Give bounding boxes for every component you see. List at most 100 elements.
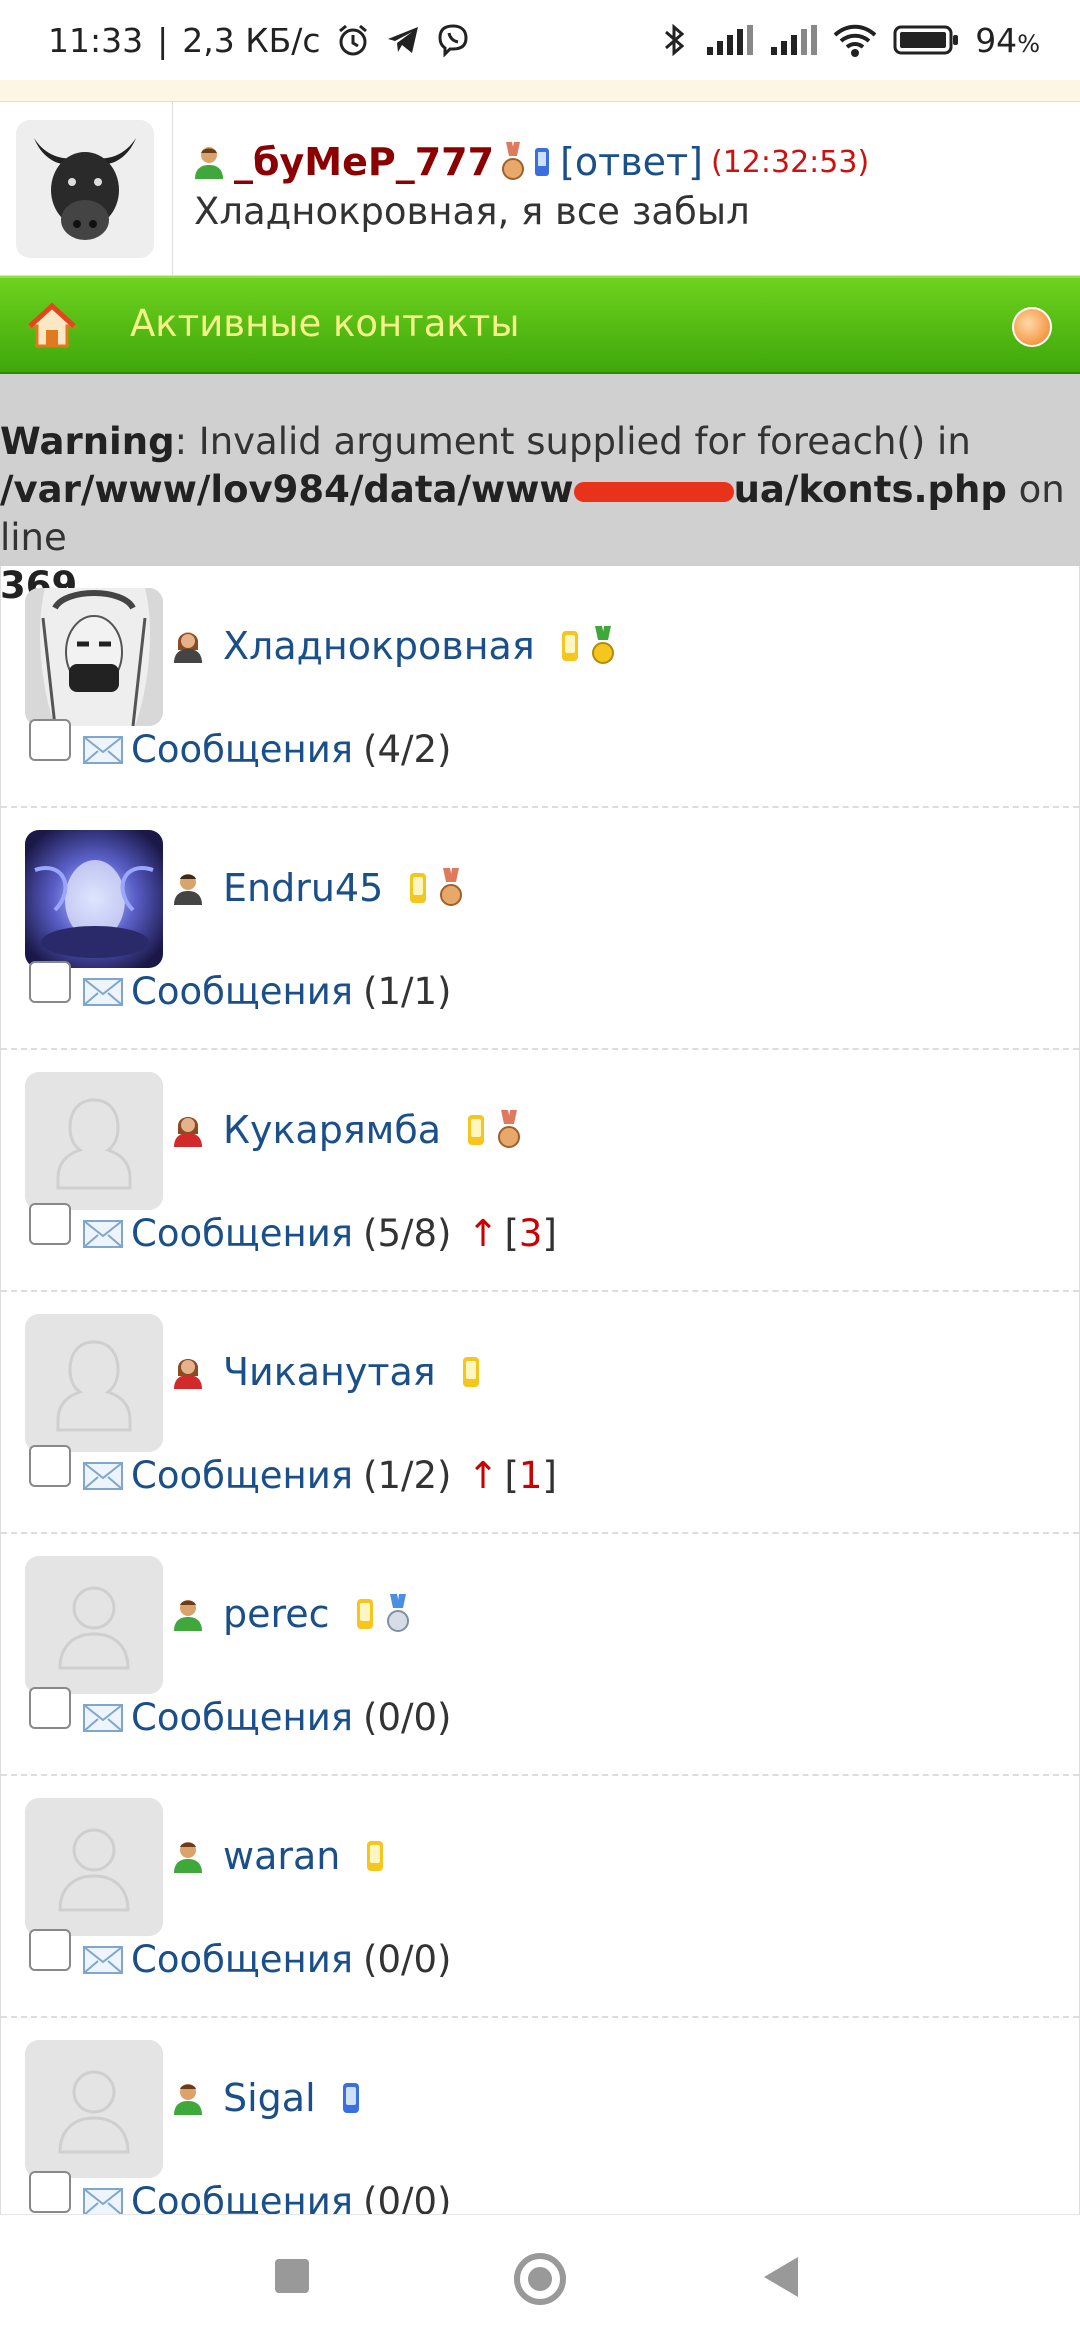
blue-medal-icon: [386, 1594, 409, 1632]
contact-checkbox[interactable]: [29, 1928, 71, 1971]
contact-list: Хладнокровная Сообщения (4/2) Endru45 Сообще…: [0, 566, 1080, 2214]
contact-name[interactable]: waran: [223, 1834, 340, 1878]
new-message-count[interactable]: [1]: [504, 1454, 556, 1497]
contact-header: Чиканутая: [171, 1350, 482, 1394]
warning-path-start: /var/www/lov984/data/www: [0, 468, 574, 511]
battery-icon: [893, 25, 959, 55]
envelope-icon: [83, 1945, 123, 1974]
contact-header: Хладнокровная: [171, 624, 615, 668]
recents-button[interactable]: [275, 2259, 309, 2293]
incoming-message-notification[interactable]: _бyMeP_777 [ответ] (12:32:53) Хладнокров…: [0, 102, 1080, 276]
phone-icon: [410, 873, 427, 903]
bronze-medal-icon: [440, 868, 463, 906]
messages-link[interactable]: Сообщения: [131, 728, 353, 771]
notification-sender[interactable]: _бyMeP_777: [234, 140, 494, 184]
contact-name[interactable]: Endru45: [223, 866, 383, 910]
contact-row[interactable]: Хладнокровная Сообщения (4/2): [1, 566, 1079, 808]
phone-icon: [561, 631, 578, 661]
redaction-mark: [573, 481, 734, 502]
messages-link[interactable]: Сообщения: [131, 1212, 353, 1255]
contact-row[interactable]: waran Сообщения (0/0): [1, 1776, 1079, 2018]
message-counts: (0/0): [363, 1696, 452, 1739]
status-separator: |: [157, 20, 169, 60]
message-counts: (0/0): [363, 1938, 452, 1981]
envelope-icon: [83, 735, 123, 764]
home-button[interactable]: [514, 2253, 566, 2305]
phone-icon: [462, 1357, 479, 1387]
contact-header: Sigal: [171, 2076, 362, 2120]
contact-row[interactable]: Sigal Сообщения (0/0): [1, 2018, 1079, 2214]
contact-row[interactable]: Endru45 Сообщения (1/1): [1, 808, 1079, 1050]
bronze-medal-icon: [502, 142, 525, 180]
contact-avatar[interactable]: [25, 2040, 163, 2178]
avatar-placeholder-male: [25, 2040, 163, 2178]
messages-link[interactable]: Сообщения: [131, 1454, 353, 1497]
contact-header: Endru45: [171, 866, 463, 910]
messages-link[interactable]: Сообщения: [131, 1938, 353, 1981]
warning-line-2: /var/www/lov984/data/www ua/konts.php on …: [0, 466, 1080, 562]
reply-link[interactable]: [ответ]: [560, 140, 703, 184]
contact-checkbox[interactable]: [29, 1686, 71, 1729]
contact-messages-row: Сообщения (4/2): [29, 718, 451, 771]
envelope-icon: [83, 1219, 123, 1248]
envelope-icon: [83, 1703, 123, 1732]
contact-avatar[interactable]: [25, 1798, 163, 1936]
contact-avatar[interactable]: [25, 1556, 163, 1694]
refresh-icon[interactable]: [1012, 307, 1052, 347]
messages-link[interactable]: Сообщения: [131, 2180, 353, 2214]
contact-header: waran: [171, 1834, 386, 1878]
warning-line-1: Warning: Invalid argument supplied for f…: [0, 418, 1080, 466]
contact-avatar[interactable]: [25, 830, 163, 968]
contact-row[interactable]: Чиканутая Сообщения (1/2) ↑ [1]: [1, 1292, 1079, 1534]
messages-link[interactable]: Сообщения: [131, 970, 353, 1013]
status-time: 11:33: [48, 20, 144, 60]
avatar-photo: [25, 588, 163, 726]
home-icon[interactable]: [26, 300, 78, 352]
envelope-icon: [83, 1461, 123, 1490]
contact-checkbox[interactable]: [29, 1202, 71, 1245]
warning-text: : Invalid argument supplied for foreach(…: [174, 420, 971, 463]
new-message-count[interactable]: [3]: [504, 1212, 556, 1255]
wifi-icon: [833, 24, 877, 57]
green-medal-icon: [591, 626, 614, 664]
contact-avatar[interactable]: [25, 1072, 163, 1210]
contact-checkbox[interactable]: [29, 718, 71, 761]
contact-messages-row: Сообщения (5/8) ↑ [3]: [29, 1202, 557, 1255]
envelope-icon: [83, 2187, 123, 2214]
contact-row[interactable]: perec Сообщения (0/0): [1, 1534, 1079, 1776]
new-message-arrow: ↑: [467, 1212, 499, 1255]
contact-row[interactable]: Кукарямба Сообщения (5/8) ↑ [3]: [1, 1050, 1079, 1292]
contact-checkbox[interactable]: [29, 960, 71, 1003]
avatar-placeholder-female: [25, 1072, 163, 1210]
telegram-icon: [387, 27, 418, 53]
contact-name[interactable]: Хладнокровная: [223, 624, 535, 668]
contact-avatar[interactable]: [25, 588, 163, 726]
message-counts: (1/1): [363, 970, 452, 1013]
signal-icon-2: [771, 25, 818, 55]
avatar-placeholder-female: [25, 1314, 163, 1452]
bluetooth-icon: [665, 23, 685, 57]
male-user-icon: [174, 1842, 202, 1873]
notification-message: Хладнокровная, я все забыл: [194, 190, 750, 233]
contact-checkbox[interactable]: [29, 2170, 71, 2213]
messages-link[interactable]: Сообщения: [131, 1696, 353, 1739]
message-counts: (0/0): [363, 2180, 452, 2214]
page-title: Активные контакты: [130, 302, 520, 345]
male-user-icon: [195, 147, 223, 179]
contact-name[interactable]: Sigal: [223, 2076, 316, 2120]
male-user-icon: [174, 1600, 202, 1631]
contact-name[interactable]: Чиканутая: [223, 1350, 436, 1394]
alarm-icon: [338, 24, 367, 56]
contact-avatar[interactable]: [25, 1314, 163, 1452]
status-left: 11:33 | 2,3 КБ/с: [48, 21, 471, 60]
contact-checkbox[interactable]: [29, 1444, 71, 1487]
female-user-icon: [174, 1117, 202, 1147]
top-strip: [0, 80, 1080, 102]
avatar-placeholder-male: [25, 1556, 163, 1694]
male-user-icon: [174, 2084, 202, 2115]
sender-avatar[interactable]: [16, 120, 154, 258]
back-button[interactable]: [764, 2257, 798, 2297]
contact-name[interactable]: perec: [223, 1592, 330, 1636]
contact-name[interactable]: Кукарямба: [223, 1108, 441, 1152]
contact-messages-row: Сообщения (0/0): [29, 1928, 452, 1981]
